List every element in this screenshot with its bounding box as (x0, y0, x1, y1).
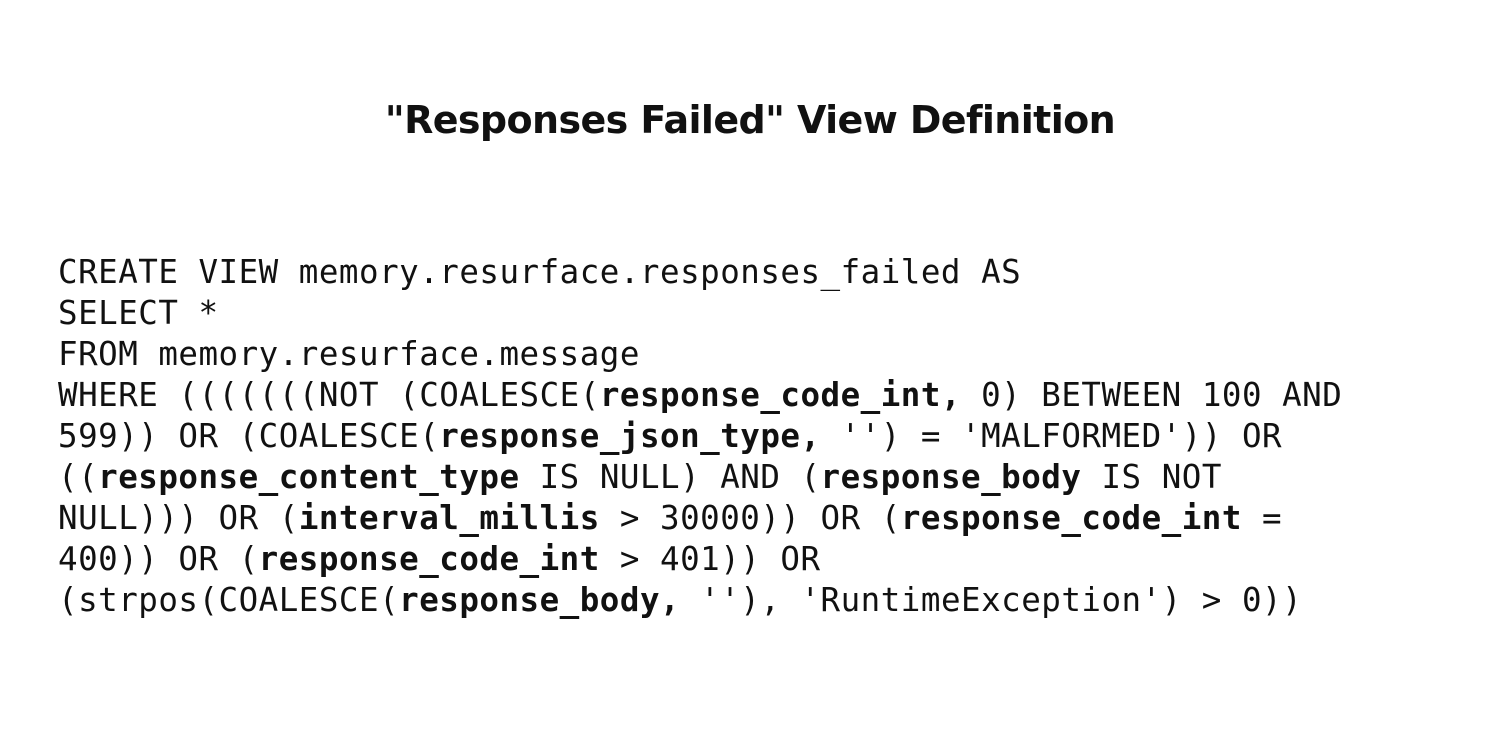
code-text: FROM memory.resurface.message (58, 335, 640, 373)
code-line: FROM memory.resurface.message (58, 334, 1478, 375)
code-text: = (1241, 499, 1283, 537)
code-text: NULL))) OR ( (58, 499, 299, 537)
code-line: 599)) OR (COALESCE(response_json_type, '… (58, 416, 1478, 457)
code-line: SELECT * (58, 293, 1478, 334)
code-column-name: response_code_int, (599, 376, 962, 414)
code-column-name: response_content_type (98, 458, 520, 496)
code-text: 599)) OR (COALESCE( (58, 417, 440, 455)
code-line: NULL))) OR (interval_millis > 30000)) OR… (58, 498, 1478, 539)
code-text: SELECT * (58, 294, 219, 332)
code-line: ((response_content_type IS NULL) AND (re… (58, 457, 1478, 498)
code-column-name: response_code_int (900, 499, 1242, 537)
code-line: CREATE VIEW memory.resurface.responses_f… (58, 252, 1478, 293)
code-column-name: response_code_int (258, 540, 600, 578)
code-line: WHERE (((((((NOT (COALESCE(response_code… (58, 375, 1478, 416)
code-column-name: response_json_type, (439, 417, 821, 455)
code-text: CREATE VIEW memory.resurface.responses_f… (58, 253, 1022, 291)
code-text: 400)) OR ( (58, 540, 259, 578)
code-column-name: interval_millis (298, 499, 600, 537)
code-line: (strpos(COALESCE(response_body, ''), 'Ru… (58, 580, 1478, 621)
code-column-name: response_body, (399, 581, 681, 619)
page-title: "Responses Failed" View Definition (384, 98, 1116, 142)
code-text: WHERE (((((((NOT (COALESCE( (58, 376, 600, 414)
code-text: (strpos(COALESCE( (58, 581, 400, 619)
code-text: (( (58, 458, 99, 496)
code-text: '') = 'MALFORMED')) OR (820, 417, 1283, 455)
code-line: 400)) OR (response_code_int > 401)) OR (58, 539, 1478, 580)
sql-code-block: CREATE VIEW memory.resurface.responses_f… (58, 252, 1478, 621)
code-column-name: response_body (820, 458, 1082, 496)
code-text: IS NULL) AND ( (519, 458, 821, 496)
code-text: IS NOT (1081, 458, 1222, 496)
code-text: ''), 'RuntimeException') > 0)) (680, 581, 1303, 619)
code-text: > 401)) OR (599, 540, 821, 578)
code-text: > 30000)) OR ( (599, 499, 901, 537)
code-text: 0) BETWEEN 100 AND (961, 376, 1343, 414)
